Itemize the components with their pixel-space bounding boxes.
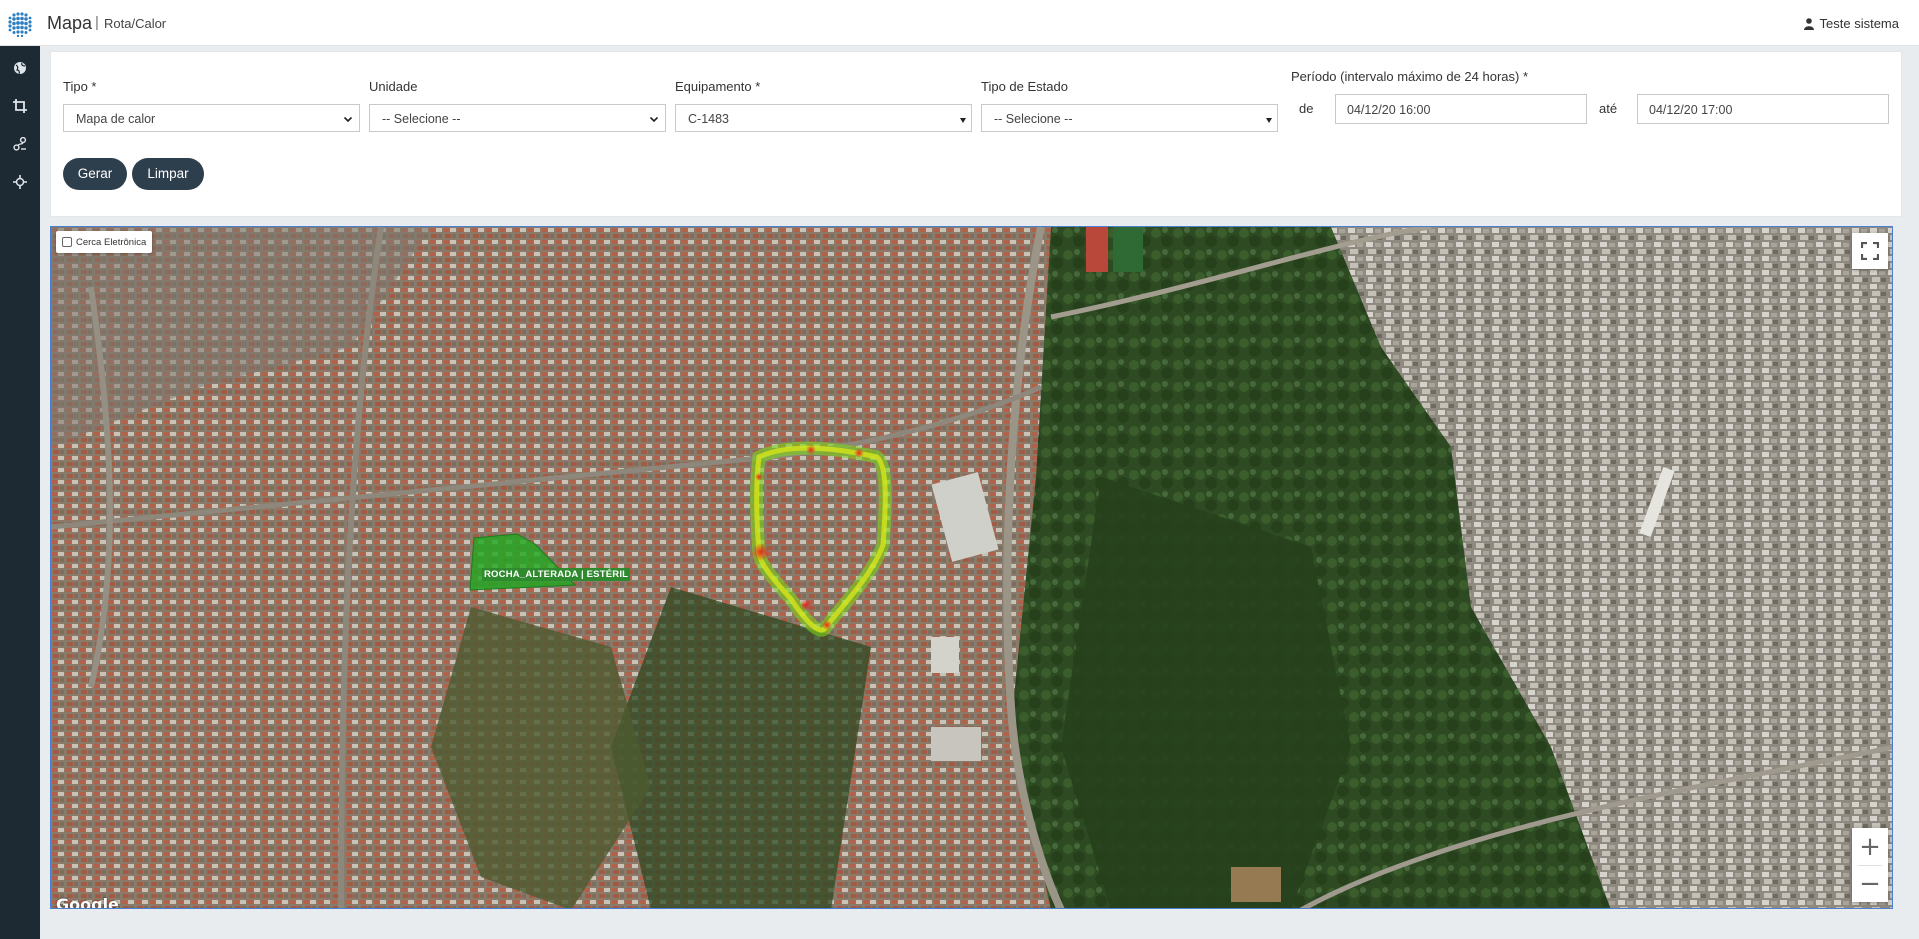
fence-checkbox[interactable] xyxy=(62,237,72,247)
logo-icon[interactable] xyxy=(6,10,34,38)
periodo-from-input[interactable]: 04/12/20 16:00 xyxy=(1335,94,1587,124)
globe-icon xyxy=(14,62,26,75)
fence-checkbox-label: Cerca Eletrônica xyxy=(76,236,147,248)
sidebar xyxy=(0,46,40,939)
fullscreen-icon xyxy=(1861,242,1879,260)
sidebar-item-crosshair[interactable] xyxy=(9,171,31,193)
zoom-out-button[interactable]: − xyxy=(1852,865,1888,902)
fullscreen-button[interactable] xyxy=(1852,233,1888,269)
periodo-label: Período (intervalo máximo de 24 horas) * xyxy=(1291,69,1529,84)
user-icon xyxy=(1803,17,1814,30)
crosshair-icon xyxy=(13,175,27,189)
clear-button[interactable]: Limpar xyxy=(132,158,204,190)
sidebar-item-route[interactable] xyxy=(9,133,31,155)
fence-toggle[interactable]: Cerca Eletrônica xyxy=(56,231,153,253)
user-name: Teste sistema xyxy=(1819,16,1899,31)
periodo-to-input[interactable]: 04/12/20 17:00 xyxy=(1637,94,1889,124)
top-bar: Mapa | Rota/Calor Teste sistema xyxy=(0,0,1919,46)
caret-down-icon xyxy=(960,118,966,123)
unidade-select-value: -- Selecione -- xyxy=(382,112,461,126)
sidebar-item-map[interactable] xyxy=(9,57,31,79)
breadcrumb: Rota/Calor xyxy=(104,16,167,31)
tipo-estado-label: Tipo de Estado xyxy=(981,79,1068,94)
sidebar-item-crop[interactable] xyxy=(9,95,31,117)
generate-button[interactable]: Gerar xyxy=(63,158,127,190)
equipamento-select-value: C-1483 xyxy=(688,112,729,126)
page-title: Mapa xyxy=(47,13,93,33)
breadcrumb-separator: | xyxy=(95,14,99,31)
periodo-from-label: de xyxy=(1299,101,1314,116)
equipamento-select[interactable]: C-1483 xyxy=(675,104,972,132)
tipo-select[interactable]: Mapa de calor xyxy=(63,104,360,132)
tipo-select-value: Mapa de calor xyxy=(76,112,156,126)
zoom-divider xyxy=(1858,865,1882,866)
equipamento-label: Equipamento * xyxy=(675,79,761,94)
tipo-estado-select[interactable]: -- Selecione -- xyxy=(981,104,1278,132)
route-icon xyxy=(13,137,27,151)
tipo-label: Tipo * xyxy=(63,79,97,94)
satellite-map-image xyxy=(51,227,1892,908)
tipo-estado-select-value: -- Selecione -- xyxy=(994,112,1073,126)
google-attribution[interactable]: Google xyxy=(56,895,119,908)
map-view[interactable]: ROCHA_ALTERADA | ESTÉRIL Cerca Eletrônic… xyxy=(50,226,1893,909)
fence-label: ROCHA_ALTERADA | ESTÉRIL xyxy=(482,568,631,581)
filter-panel: Tipo * Mapa de calor Unidade -- Selecion… xyxy=(50,51,1902,217)
zoom-in-button[interactable]: + xyxy=(1852,828,1888,865)
chevron-down-icon xyxy=(649,116,659,123)
user-menu[interactable]: Teste sistema xyxy=(1803,16,1899,31)
zoom-controls: + − xyxy=(1852,828,1888,902)
crop-icon xyxy=(13,99,27,113)
caret-down-icon xyxy=(1266,118,1272,123)
unidade-select[interactable]: -- Selecione -- xyxy=(369,104,666,132)
periodo-to-label: até xyxy=(1599,101,1618,116)
chevron-down-icon xyxy=(343,116,353,123)
unidade-label: Unidade xyxy=(369,79,418,94)
